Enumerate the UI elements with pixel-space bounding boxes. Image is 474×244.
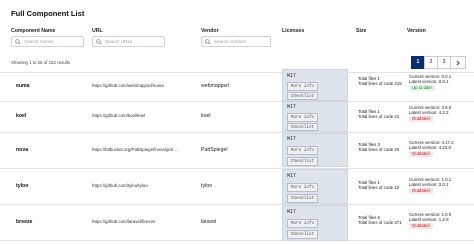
total-lines: Total lines of code 271: [358, 220, 402, 226]
page-title: Full Component List: [11, 9, 85, 18]
component-version: Current version: 0.0.1 Latest version: 0…: [409, 74, 451, 92]
search-names-input[interactable]: [24, 37, 81, 46]
status-badge: Up to date: [409, 85, 435, 92]
search-icon: [15, 38, 21, 45]
more-info-button[interactable]: More info: [287, 113, 318, 122]
checklist-button[interactable]: Checklist: [287, 230, 318, 239]
page-1-button[interactable]: 1: [411, 56, 425, 69]
component-name[interactable]: tyloo: [16, 183, 28, 189]
license-panel: MIT More info Checklist: [282, 133, 348, 167]
more-info-button[interactable]: More info: [287, 146, 318, 155]
latest-version: Latest version: 1.2.9: [409, 217, 449, 223]
checklist-button[interactable]: Checklist: [287, 92, 318, 100]
row-divider: [0, 204, 474, 205]
search-icon: [96, 38, 102, 45]
row-divider: [0, 168, 474, 169]
status-badge: Outdated: [409, 188, 433, 195]
row-divider: [0, 132, 474, 133]
license-panel: MIT More info Checklist: [282, 205, 348, 241]
component-name[interactable]: nova: [16, 147, 28, 153]
component-size: Total files 6 Total lines of code 271: [358, 215, 402, 226]
license-type: MIT: [287, 173, 297, 179]
total-lines: Total lines of code 20: [358, 147, 400, 153]
component-vendor: laravel: [201, 219, 217, 225]
column-header-size: Size: [356, 28, 367, 34]
column-header-url: URL: [92, 28, 103, 34]
component-url[interactable]: https://bitbucket.org/PattSpiegel/nova/g…: [92, 147, 190, 152]
total-lines: Total lines of code 12: [358, 185, 400, 191]
component-version: Current version: 4.17.2 Latest version: …: [409, 140, 454, 158]
total-lines: Total lines of code 215: [358, 81, 402, 87]
status-badge: Outdated: [409, 116, 433, 123]
latest-version: Latest version: 2.0.1: [409, 182, 449, 188]
chevron-right-icon: [456, 60, 460, 66]
row-divider: [0, 240, 474, 241]
component-vendor: PattSpiegel: [201, 147, 228, 153]
column-header-vendor: Vendor: [201, 28, 219, 34]
component-vendor: koel: [201, 113, 211, 119]
search-names-field[interactable]: [11, 36, 84, 47]
checklist-button[interactable]: Checklist: [287, 123, 318, 131]
component-size: Total files 1 Total lines of code 215: [358, 76, 402, 87]
component-version: Current version: 1.0.1 Latest version: 2…: [409, 177, 451, 195]
column-header-version: Version: [407, 28, 426, 34]
license-type: MIT: [287, 136, 297, 142]
results-summary: Showing 1 to 25 of 152 results: [11, 60, 71, 65]
search-urls-field[interactable]: [92, 36, 165, 47]
latest-version: Latest version: 4.23.0: [409, 145, 451, 151]
license-type: MIT: [287, 73, 297, 79]
checklist-button[interactable]: Checklist: [287, 157, 318, 166]
component-version: Current version: 3.6.0 Latest version: 4…: [409, 105, 451, 123]
component-name[interactable]: breeze: [16, 219, 32, 225]
page-2-button[interactable]: 2: [424, 56, 438, 69]
row-divider: [0, 72, 474, 73]
latest-version: Latest version: 4.2.2: [409, 110, 449, 116]
license-panel: MIT More info Checklist: [282, 169, 348, 204]
status-badge: Outdated: [409, 223, 433, 230]
component-name[interactable]: koel: [16, 113, 26, 119]
latest-version: Latest version: 0.0.1: [409, 79, 449, 85]
component-size: Total files 1 Total lines of code 12: [358, 180, 399, 191]
component-size: Total files 1 Total lines of code 21: [358, 109, 399, 120]
license-type: MIT: [287, 104, 297, 110]
component-url[interactable]: https://github.com/koel/koel: [92, 113, 190, 118]
status-badge: Outdated: [409, 151, 433, 158]
license-panel: MIT More info Checklist: [282, 69, 348, 101]
component-version: Current version: 1.0.0 Latest version: 1…: [409, 212, 451, 230]
search-urls-input[interactable]: [105, 37, 162, 46]
row-divider: [0, 101, 474, 102]
page-3-button[interactable]: 3: [437, 56, 451, 69]
license-panel: MIT More info Checklist: [282, 101, 348, 132]
search-icon: [205, 38, 211, 45]
component-url[interactable]: https://github.com/webmappsrl/euma: [92, 83, 190, 88]
more-info-button[interactable]: More info: [287, 183, 318, 192]
more-info-button[interactable]: More info: [287, 219, 318, 228]
next-page-button[interactable]: [450, 56, 466, 69]
license-type: MIT: [287, 209, 297, 215]
checklist-button[interactable]: Checklist: [287, 194, 318, 203]
search-vendors-field[interactable]: [201, 36, 271, 47]
total-lines: Total lines of code 21: [358, 114, 400, 120]
component-name[interactable]: euma: [16, 83, 30, 89]
component-url[interactable]: https://github.com/tyloo/tyloo: [92, 183, 190, 188]
column-header-licenses: Licenses: [282, 28, 305, 34]
component-vendor: tyloo: [201, 183, 212, 189]
component-size: Total files 3 Total lines of code 20: [358, 142, 399, 153]
component-url[interactable]: https://github.com/laravel/breeze: [92, 219, 190, 224]
column-header-name: Component Name: [11, 28, 56, 34]
component-vendor: webmappsrl: [201, 83, 229, 89]
more-info-button[interactable]: More info: [287, 82, 318, 91]
search-vendors-input[interactable]: [214, 37, 268, 46]
